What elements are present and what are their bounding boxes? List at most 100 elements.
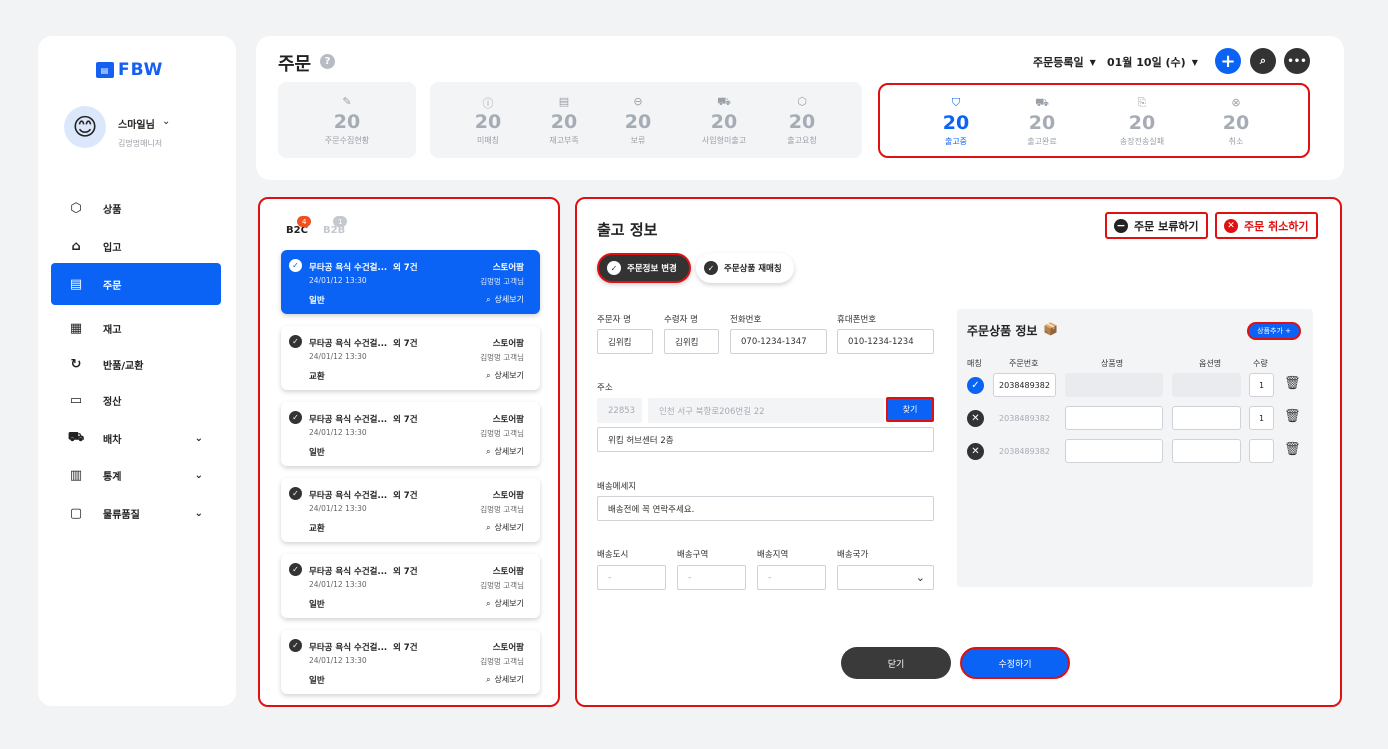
- detail-link[interactable]: ⌕ 상세보기: [486, 446, 524, 457]
- stat-invoice-failed[interactable]: ⎘ 20 송장전송실패: [1102, 85, 1182, 157]
- stat-hold[interactable]: ⊖ 20 보류: [608, 82, 668, 158]
- warehouse-icon: ⌂: [71, 238, 81, 254]
- sidebar-item-product[interactable]: ⬡ 상품: [51, 188, 221, 228]
- message-field[interactable]: 배송전에 꼭 연락주세요.: [597, 496, 934, 521]
- phone-field[interactable]: 070-1234-1347: [730, 329, 827, 354]
- order-no-cell[interactable]: 2038489382: [993, 439, 1056, 463]
- sidebar-item-stats[interactable]: ▥ 통계 ⌄: [51, 455, 221, 495]
- order-no-cell[interactable]: 2038489382: [993, 373, 1056, 397]
- col-header-match: 매칭: [967, 359, 982, 368]
- detail-link[interactable]: ⌕ 상세보기: [486, 294, 524, 305]
- option-cell[interactable]: [1172, 439, 1241, 463]
- detail-link[interactable]: ⌕ 상세보기: [486, 370, 524, 381]
- add-product-button[interactable]: 상품추가 +: [1247, 322, 1301, 340]
- qty-cell[interactable]: [1249, 439, 1274, 463]
- order-more: 외 7건: [393, 643, 418, 653]
- order-card[interactable]: ✓ 무타공 욕식 수건걸... 외 7건 스토어팜 24/01/12 13:30…: [281, 402, 540, 466]
- order-card[interactable]: ✓ 무타공 욕식 수건걸... 외 7건 스토어팜 24/01/12 13:30…: [281, 630, 540, 694]
- stat-value: 20: [788, 110, 816, 133]
- date-type-select[interactable]: 주문등록일 ▼: [1033, 54, 1096, 70]
- option-cell[interactable]: [1172, 373, 1241, 397]
- detail-label: 상세보기: [494, 523, 524, 532]
- mobile-field[interactable]: 010-1234-1234: [837, 329, 934, 354]
- stat-shipped[interactable]: ⛟ 20 출고완료: [1012, 85, 1072, 157]
- sidebar-item-inbound[interactable]: ⌂ 입고: [51, 226, 221, 266]
- chevron-down-icon: ⌄: [194, 469, 203, 481]
- avatar[interactable]: 😊: [64, 106, 106, 148]
- find-address-button[interactable]: 찾기: [886, 397, 934, 422]
- logo-text: FBW: [118, 60, 164, 80]
- country-select[interactable]: ⌄: [837, 565, 934, 590]
- stat-value: 20: [1128, 111, 1156, 134]
- address-detail-field[interactable]: 위킴 허브센터 2층: [597, 427, 934, 452]
- receiver-field[interactable]: 김위킴: [664, 329, 719, 354]
- product-name-cell[interactable]: [1065, 406, 1163, 430]
- tab-edit-order[interactable]: ✓ 주문정보 변경: [597, 253, 691, 283]
- hold-order-button[interactable]: − 주문 보류하기: [1105, 212, 1208, 239]
- cancel-order-button[interactable]: ✕ 주문 취소하기: [1215, 212, 1318, 239]
- order-date: 24/01/12 13:30: [309, 352, 367, 361]
- stat-group-collect: ✎ 20 주문수집현황: [278, 82, 416, 158]
- detail-link[interactable]: ⌕ 상세보기: [486, 598, 524, 609]
- user-name[interactable]: 스마일님: [118, 116, 155, 131]
- sidebar-item-order[interactable]: ▤ 주문: [51, 263, 221, 305]
- unmatched-x-icon[interactable]: ✕: [967, 443, 984, 460]
- product-info-title: 주문상품 정보 📦: [967, 322, 1058, 339]
- order-card[interactable]: ✓ 무타공 욕식 수건걸... 외 7건 스토어팜 24/01/12 13:30…: [281, 250, 540, 314]
- sidebar-item-stock[interactable]: ▦ 재고: [51, 308, 221, 348]
- stat-collect[interactable]: ✎ 20 주문수집현황: [278, 82, 416, 158]
- sidebar-item-settlement[interactable]: ▭ 정산: [51, 380, 221, 420]
- logo[interactable]: ▤ FBW: [96, 60, 163, 80]
- city-field[interactable]: -: [597, 565, 666, 590]
- stat-purchase-unshipped[interactable]: ⛟ 20 사입형미출고: [684, 82, 764, 158]
- more-icon: •••: [1287, 55, 1307, 67]
- add-order-button[interactable]: +: [1215, 48, 1241, 74]
- sidebar-item-quality[interactable]: ▢ 물류품질 ⌄: [51, 493, 221, 533]
- option-cell[interactable]: [1172, 406, 1241, 430]
- trash-icon[interactable]: 🗑: [1284, 409, 1301, 424]
- zip-field[interactable]: 22853: [597, 398, 642, 423]
- trash-icon[interactable]: 🗑: [1284, 442, 1301, 457]
- detail-link[interactable]: ⌕ 상세보기: [486, 522, 524, 533]
- qty-cell[interactable]: 1: [1249, 406, 1274, 430]
- order-store: 스토어팜: [492, 263, 524, 273]
- product-name-cell[interactable]: [1065, 439, 1163, 463]
- trash-icon[interactable]: 🗑: [1284, 376, 1301, 391]
- order-more: 외 7건: [393, 491, 418, 501]
- tab-rematch[interactable]: ✓ 주문상품 재매칭: [696, 253, 794, 283]
- stat-shortage[interactable]: ▤ 20 재고부족: [534, 82, 594, 158]
- stat-shipping[interactable]: ⛉ 20 출고중: [926, 85, 986, 157]
- unmatched-x-icon[interactable]: ✕: [967, 410, 984, 427]
- stat-ship-request[interactable]: ⬡ 20 출고요청: [772, 82, 832, 158]
- matched-check-icon[interactable]: ✓: [967, 377, 984, 394]
- orderer-field[interactable]: 김위킴: [597, 329, 653, 354]
- stat-value: 20: [710, 110, 738, 133]
- region-field[interactable]: -: [757, 565, 826, 590]
- col-header-product: 상품명: [1101, 359, 1124, 368]
- help-icon[interactable]: ?: [320, 54, 335, 69]
- chevron-down-icon[interactable]: ⌄: [162, 116, 170, 127]
- date-select[interactable]: 01월 10일 (수) ▼: [1107, 54, 1198, 70]
- order-card[interactable]: ✓ 무타공 욕식 수건걸... 외 7건 스토어팜 24/01/12 13:30…: [281, 554, 540, 618]
- order-card[interactable]: ✓ 무타공 욕식 수건걸... 외 7건 스토어팜 24/01/12 13:30…: [281, 478, 540, 542]
- stat-unmatched[interactable]: ⓘ 20 미매칭: [458, 82, 518, 158]
- order-no-cell[interactable]: 2038489382: [993, 406, 1056, 430]
- sidebar-item-return[interactable]: ↻ 반품/교환: [51, 344, 221, 384]
- more-button[interactable]: •••: [1284, 48, 1310, 74]
- stat-cancel[interactable]: ⊗ 20 취소: [1206, 85, 1266, 157]
- close-button[interactable]: 닫기: [841, 647, 951, 679]
- product-name-cell[interactable]: [1065, 373, 1163, 397]
- address-field[interactable]: 인천 서구 북항로206번길 22: [648, 398, 884, 423]
- detail-label: 상세보기: [494, 371, 524, 380]
- chevron-down-icon: ⌄: [194, 432, 203, 444]
- search-button[interactable]: ⌕: [1250, 48, 1276, 74]
- sidebar-item-dispatch[interactable]: ⛟ 배차 ⌄: [51, 418, 221, 458]
- order-title: 무타공 욕식 수건걸...: [309, 643, 388, 653]
- detail-link[interactable]: ⌕ 상세보기: [486, 674, 524, 685]
- order-date: 24/01/12 13:30: [309, 428, 367, 437]
- zone-field[interactable]: -: [677, 565, 746, 590]
- qty-cell[interactable]: 1: [1249, 373, 1274, 397]
- save-button[interactable]: 수정하기: [960, 647, 1070, 679]
- order-card[interactable]: ✓ 무타공 욕식 수건걸... 외 7건 스토어팜 24/01/12 13:30…: [281, 326, 540, 390]
- order-title: 무타공 욕식 수건걸...: [309, 567, 388, 577]
